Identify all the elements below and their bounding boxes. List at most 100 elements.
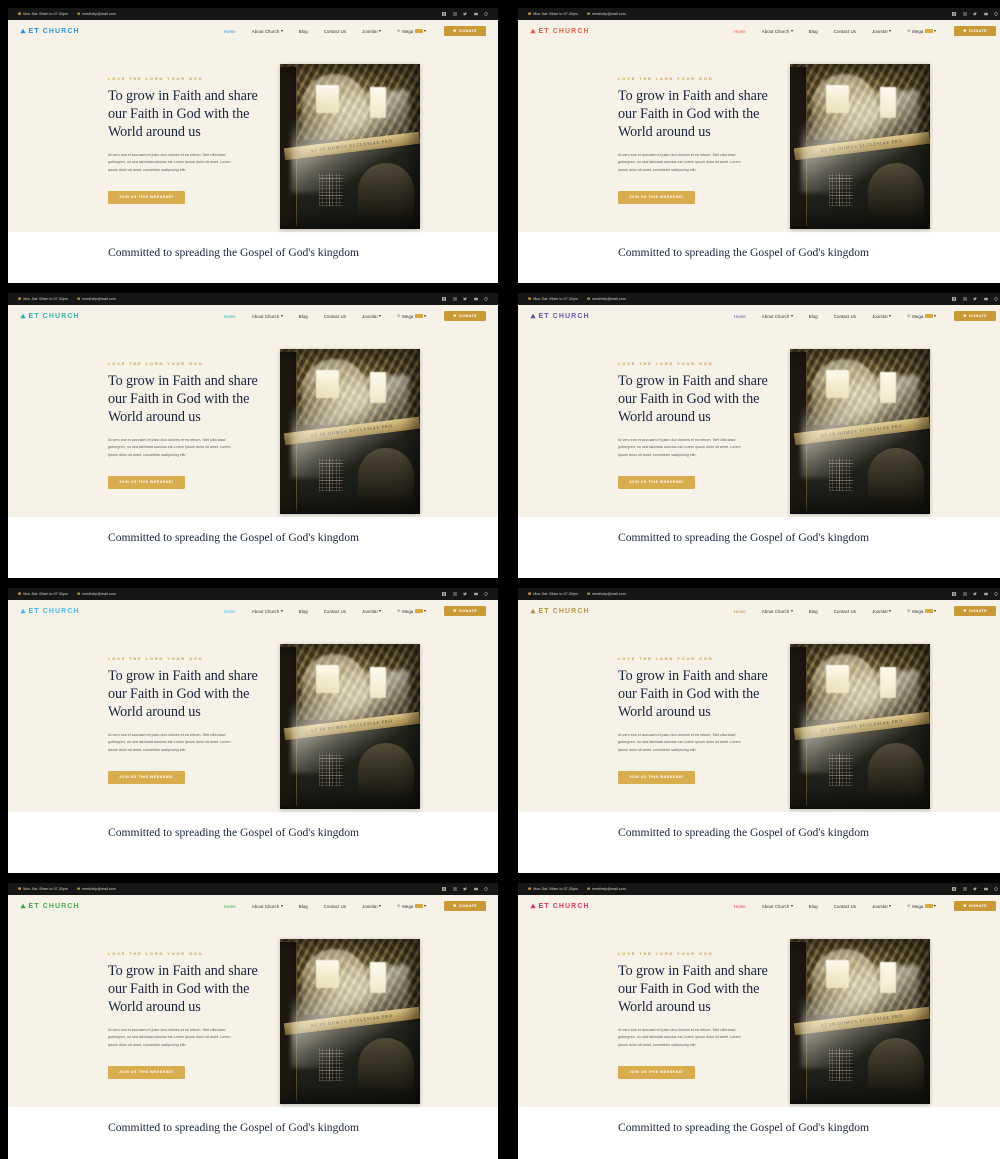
site-logo[interactable]: ET CHURCH <box>20 608 80 615</box>
nav-item-home[interactable]: Home <box>224 314 236 319</box>
site-logo[interactable]: ET CHURCH <box>530 313 590 320</box>
facebook-icon[interactable] <box>442 887 446 891</box>
nav-item-joomla[interactable]: Joomla! <box>362 609 382 614</box>
nav-item-home[interactable]: Home <box>734 29 746 34</box>
nav-item-mega[interactable]: Mega <box>907 904 937 909</box>
nav-item-about-church[interactable]: About Church <box>252 29 283 34</box>
nav-item-home[interactable]: Home <box>224 904 236 909</box>
site-logo[interactable]: ET CHURCH <box>530 28 590 35</box>
nav-item-contact-us[interactable]: Contact Us <box>324 29 346 34</box>
nav-item-home[interactable]: Home <box>734 314 746 319</box>
contact-email[interactable]: needhelp@mail.com <box>587 12 626 16</box>
site-logo[interactable]: ET CHURCH <box>530 608 590 615</box>
nav-item-joomla[interactable]: Joomla! <box>362 29 382 34</box>
nav-item-home[interactable]: Home <box>224 29 236 34</box>
nav-item-blog[interactable]: Blog <box>809 904 818 909</box>
nav-item-blog[interactable]: Blog <box>809 29 818 34</box>
donate-button[interactable]: DONATE <box>444 605 486 617</box>
nav-item-blog[interactable]: Blog <box>299 29 308 34</box>
contact-email[interactable]: needhelp@mail.com <box>587 887 626 891</box>
instagram-icon[interactable] <box>452 297 457 301</box>
nav-item-contact-us[interactable]: Contact Us <box>834 904 856 909</box>
contact-email[interactable]: needhelp@mail.com <box>77 887 116 891</box>
contact-email[interactable]: needhelp@mail.com <box>587 297 626 301</box>
google-icon[interactable] <box>484 592 488 596</box>
twitter-icon[interactable] <box>463 592 467 596</box>
nav-item-mega[interactable]: Mega <box>397 314 427 319</box>
facebook-icon[interactable] <box>952 592 956 596</box>
contact-email[interactable]: needhelp@mail.com <box>77 12 116 16</box>
youtube-icon[interactable] <box>983 297 988 301</box>
join-us-button[interactable]: JOIN US THIS WEEKEND! <box>618 1065 695 1079</box>
nav-item-about-church[interactable]: About Church <box>252 314 283 319</box>
join-us-button[interactable]: JOIN US THIS WEEKEND! <box>108 770 185 784</box>
site-logo[interactable]: ET CHURCH <box>530 903 590 910</box>
nav-item-joomla[interactable]: Joomla! <box>362 314 382 319</box>
donate-button[interactable]: DONATE <box>444 900 486 912</box>
nav-item-about-church[interactable]: About Church <box>762 29 793 34</box>
twitter-icon[interactable] <box>463 297 467 301</box>
nav-item-contact-us[interactable]: Contact Us <box>324 609 346 614</box>
instagram-icon[interactable] <box>962 592 967 596</box>
nav-item-home[interactable]: Home <box>734 904 746 909</box>
join-us-button[interactable]: JOIN US THIS WEEKEND! <box>108 475 185 489</box>
nav-item-contact-us[interactable]: Contact Us <box>834 29 856 34</box>
nav-item-about-church[interactable]: About Church <box>252 904 283 909</box>
nav-item-joomla[interactable]: Joomla! <box>872 609 892 614</box>
join-us-button[interactable]: JOIN US THIS WEEKEND! <box>618 770 695 784</box>
facebook-icon[interactable] <box>952 297 956 301</box>
template-preview-panel-3[interactable]: Mon-Sat: 09am to 07.30pm needhelp@mail.c… <box>8 293 498 578</box>
nav-item-mega[interactable]: Mega <box>397 904 427 909</box>
contact-email[interactable]: needhelp@mail.com <box>587 592 626 596</box>
site-logo[interactable]: ET CHURCH <box>20 903 80 910</box>
twitter-icon[interactable] <box>463 12 467 16</box>
google-icon[interactable] <box>994 887 998 891</box>
youtube-icon[interactable] <box>983 12 988 16</box>
facebook-icon[interactable] <box>442 592 446 596</box>
join-us-button[interactable]: JOIN US THIS WEEKEND! <box>108 1065 185 1079</box>
youtube-icon[interactable] <box>473 297 478 301</box>
google-icon[interactable] <box>484 297 488 301</box>
nav-item-blog[interactable]: Blog <box>809 609 818 614</box>
site-logo[interactable]: ET CHURCH <box>20 28 80 35</box>
nav-item-blog[interactable]: Blog <box>299 609 308 614</box>
instagram-icon[interactable] <box>452 12 457 16</box>
google-icon[interactable] <box>994 592 998 596</box>
youtube-icon[interactable] <box>473 592 478 596</box>
template-preview-panel-5[interactable]: Mon-Sat: 09am to 07.30pm needhelp@mail.c… <box>8 588 498 873</box>
donate-button[interactable]: DONATE <box>444 310 486 322</box>
join-us-button[interactable]: JOIN US THIS WEEKEND! <box>618 190 695 204</box>
nav-item-contact-us[interactable]: Contact Us <box>324 314 346 319</box>
instagram-icon[interactable] <box>962 12 967 16</box>
donate-button[interactable]: DONATE <box>954 25 996 37</box>
donate-button[interactable]: DONATE <box>954 605 996 617</box>
contact-email[interactable]: needhelp@mail.com <box>77 297 116 301</box>
facebook-icon[interactable] <box>442 297 446 301</box>
instagram-icon[interactable] <box>962 297 967 301</box>
google-icon[interactable] <box>994 12 998 16</box>
nav-item-mega[interactable]: Mega <box>907 29 937 34</box>
youtube-icon[interactable] <box>473 12 478 16</box>
nav-item-about-church[interactable]: About Church <box>762 314 793 319</box>
twitter-icon[interactable] <box>973 12 977 16</box>
nav-item-joomla[interactable]: Joomla! <box>872 314 892 319</box>
facebook-icon[interactable] <box>442 12 446 16</box>
nav-item-mega[interactable]: Mega <box>397 609 427 614</box>
youtube-icon[interactable] <box>983 887 988 891</box>
nav-item-contact-us[interactable]: Contact Us <box>834 609 856 614</box>
nav-item-mega[interactable]: Mega <box>397 29 427 34</box>
join-us-button[interactable]: JOIN US THIS WEEKEND! <box>618 475 695 489</box>
template-preview-panel-4[interactable]: Mon-Sat: 09am to 07.30pm needhelp@mail.c… <box>518 293 1000 578</box>
nav-item-about-church[interactable]: About Church <box>252 609 283 614</box>
contact-email[interactable]: needhelp@mail.com <box>77 592 116 596</box>
youtube-icon[interactable] <box>983 592 988 596</box>
facebook-icon[interactable] <box>952 887 956 891</box>
nav-item-joomla[interactable]: Joomla! <box>362 904 382 909</box>
nav-item-contact-us[interactable]: Contact Us <box>324 904 346 909</box>
site-logo[interactable]: ET CHURCH <box>20 313 80 320</box>
template-preview-panel-7[interactable]: Mon-Sat: 09am to 07.30pm needhelp@mail.c… <box>8 883 498 1159</box>
nav-item-home[interactable]: Home <box>224 609 236 614</box>
instagram-icon[interactable] <box>452 592 457 596</box>
instagram-icon[interactable] <box>962 887 967 891</box>
donate-button[interactable]: DONATE <box>954 900 996 912</box>
